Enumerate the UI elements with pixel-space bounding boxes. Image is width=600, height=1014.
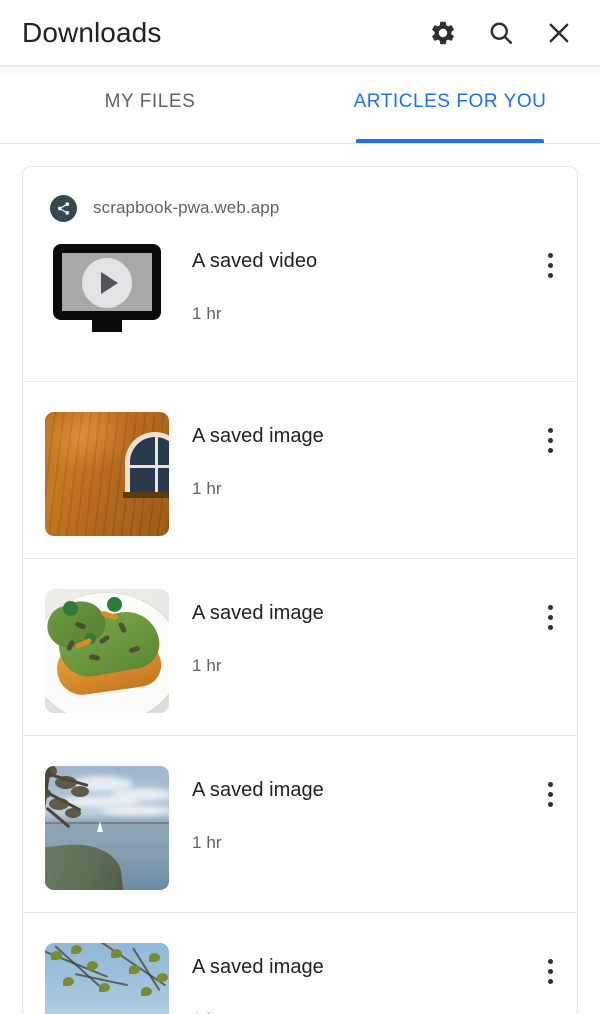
share-icon (50, 194, 77, 222)
card-source-header[interactable]: scrapbook-pwa.web.app (23, 167, 577, 222)
list-item-text: A saved video 1 hr (169, 229, 523, 324)
more-vert-icon (547, 428, 553, 453)
list-item-menu-button[interactable] (523, 758, 577, 807)
list-item-title: A saved video (192, 250, 318, 272)
list-item-time: 1 hr (192, 1010, 523, 1014)
thumbnail (45, 229, 169, 343)
list-item-menu-button[interactable] (523, 935, 577, 984)
list-item-menu-button[interactable] (523, 229, 577, 278)
close-button[interactable] (542, 16, 576, 50)
list-item-title: A saved image (192, 779, 324, 801)
list-item[interactable]: A saved video 1 hr (23, 221, 577, 381)
photo-terracotta-wall-arched-window (45, 412, 169, 536)
photo-city-skyline-through-branches (45, 943, 169, 1014)
tab-articles-for-you-label: ARTICLES FOR YOU (353, 91, 547, 112)
settings-button[interactable] (426, 16, 460, 50)
more-vert-icon (547, 959, 553, 984)
header-actions (426, 16, 582, 50)
tab-my-files-label: MY FILES (104, 91, 196, 112)
list-item-title: A saved image (192, 425, 324, 447)
photo-avocado-toast-on-plate (45, 589, 169, 713)
close-icon (545, 19, 573, 47)
list-item-time: 1 hr (192, 304, 222, 323)
tab-indicator-articles-for-you (356, 139, 544, 143)
thumbnail (45, 581, 169, 713)
list-item-time: 1 hr (192, 833, 222, 852)
list-item-menu-button[interactable] (523, 581, 577, 630)
list-item-title: A saved image (192, 602, 324, 624)
thumbnail (45, 404, 169, 536)
list-item-time: 1 hr (192, 479, 222, 498)
list-item-time: 1 hr (192, 656, 222, 675)
downloads-list: scrapbook-pwa.web.app A saved video 1 hr… (0, 144, 600, 1014)
search-button[interactable] (484, 16, 518, 50)
list-item[interactable]: A saved image 1 hr (23, 735, 577, 912)
list-item-title: A saved image (192, 956, 324, 978)
list-item[interactable]: A saved image 1 hr (23, 381, 577, 558)
page-title: Downloads (22, 16, 162, 48)
list-item-menu-button[interactable] (523, 404, 577, 453)
thumbnail (45, 935, 169, 1014)
header-shadow (0, 65, 600, 79)
list-item-text: A saved image 1 hr (169, 758, 523, 853)
more-vert-icon (547, 605, 553, 630)
search-icon (487, 19, 515, 47)
video-player-icon (45, 237, 169, 343)
more-vert-icon (547, 253, 553, 278)
thumbnail (45, 758, 169, 890)
gear-icon (429, 19, 457, 47)
app-header: Downloads (0, 0, 600, 65)
list-item-text: A saved image 1 hr (169, 581, 523, 676)
source-url: scrapbook-pwa.web.app (93, 198, 280, 217)
downloads-page: Downloads MY FILES ARTICLES FOR YOU scra… (0, 0, 600, 1014)
list-item[interactable]: A saved image 1 hr (23, 912, 577, 1014)
list-item[interactable]: A saved image 1 hr (23, 558, 577, 735)
list-item-text: A saved image 1 hr (169, 935, 523, 1014)
downloads-card: scrapbook-pwa.web.app A saved video 1 hr… (22, 166, 578, 1014)
photo-lake-shore-with-sailboat (45, 766, 169, 890)
more-vert-icon (547, 782, 553, 807)
list-item-text: A saved image 1 hr (169, 404, 523, 499)
